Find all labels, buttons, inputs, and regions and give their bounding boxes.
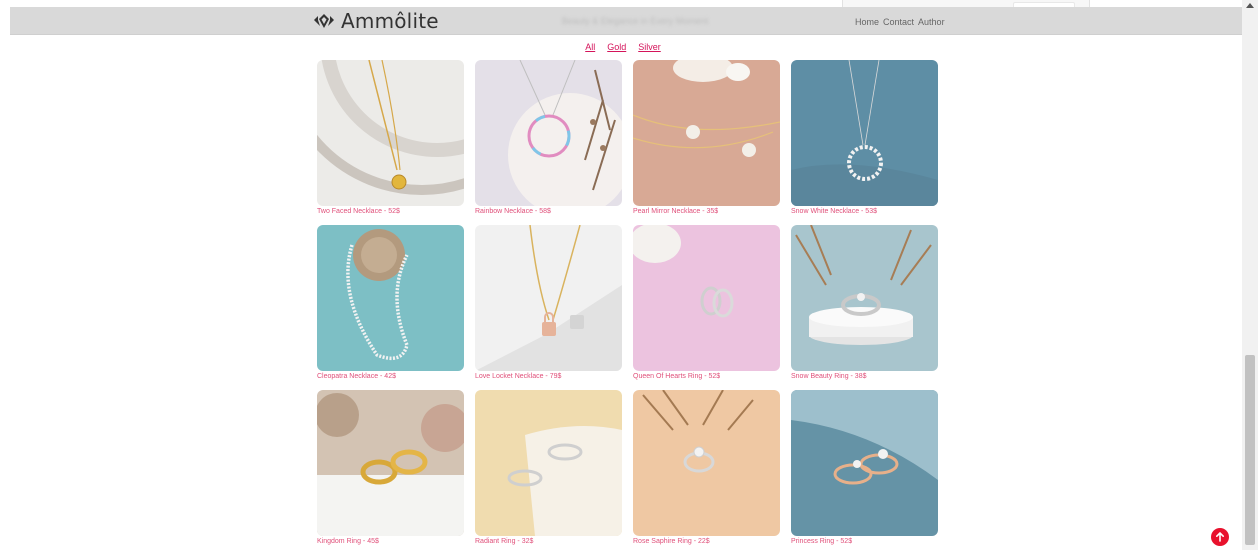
product-caption[interactable]: Two Faced Necklace - 52$	[317, 208, 464, 215]
page-scrollbar[interactable]	[1242, 0, 1258, 550]
product-caption[interactable]: Pearl Mirror Necklace - 35$	[633, 208, 780, 215]
diamond-logo-icon	[314, 14, 334, 28]
product-caption[interactable]: Radiant Ring - 32$	[475, 538, 622, 545]
header-tagline: Beauty & Elegance in Every Moment	[561, 16, 709, 26]
product-card[interactable]: Rainbow Necklace - 58$	[475, 60, 622, 215]
heart-ring-image[interactable]	[633, 225, 780, 371]
page: Ammôlite Beauty & Elegance in Every Mome…	[0, 0, 1242, 550]
snow-ring-image[interactable]	[791, 225, 938, 371]
gold-bands-image[interactable]	[317, 390, 464, 536]
product-caption[interactable]: Rainbow Necklace - 58$	[475, 208, 622, 215]
scroll-up-arrow-icon[interactable]	[1246, 3, 1254, 8]
product-card[interactable]: Pearl Mirror Necklace - 35$	[633, 60, 780, 215]
filter-all-link[interactable]: All	[585, 42, 595, 52]
product-card[interactable]: Love Locket Necklace - 79$	[475, 225, 622, 380]
pearl-necklace-image[interactable]	[633, 60, 780, 206]
product-caption[interactable]: Princess Ring - 52$	[791, 538, 938, 545]
product-card[interactable]: Princess Ring - 52$	[791, 390, 938, 545]
product-card[interactable]: Queen Of Hearts Ring - 52$	[633, 225, 780, 380]
brand-name: Ammôlite	[341, 9, 439, 33]
category-filters: All Gold Silver	[0, 42, 1242, 52]
radiant-ring-image[interactable]	[475, 390, 622, 536]
product-caption[interactable]: Love Locket Necklace - 79$	[475, 373, 622, 380]
product-card[interactable]: Cleopatra Necklace - 42$	[317, 225, 464, 380]
gold-necklace-image[interactable]	[317, 60, 464, 206]
princess-ring-image[interactable]	[791, 390, 938, 536]
product-caption[interactable]: Queen Of Hearts Ring - 52$	[633, 373, 780, 380]
product-card[interactable]: Rose Saphire Ring - 22$	[633, 390, 780, 545]
nav-home-link[interactable]: Home	[855, 17, 879, 27]
product-caption[interactable]: Cleopatra Necklace - 42$	[317, 373, 464, 380]
tennis-necklace-image[interactable]	[317, 225, 464, 371]
nav-contact-link[interactable]: Contact	[883, 17, 914, 27]
snow-necklace-image[interactable]	[791, 60, 938, 206]
product-caption[interactable]: Kingdom Ring - 45$	[317, 538, 464, 545]
main-nav: Home Contact Author	[855, 17, 945, 27]
locket-necklace-image[interactable]	[475, 225, 622, 371]
site-header: Ammôlite Beauty & Elegance in Every Mome…	[10, 7, 1242, 35]
product-caption[interactable]: Snow Beauty Ring - 38$	[791, 373, 938, 380]
product-caption[interactable]: Rose Saphire Ring - 22$	[633, 538, 780, 545]
scrollbar-thumb[interactable]	[1245, 355, 1255, 545]
product-card[interactable]: Radiant Ring - 32$	[475, 390, 622, 545]
filter-silver-link[interactable]: Silver	[638, 42, 661, 52]
product-card[interactable]: Two Faced Necklace - 52$	[317, 60, 464, 215]
brand[interactable]: Ammôlite	[313, 9, 439, 33]
product-card[interactable]: Snow White Necklace - 53$	[791, 60, 938, 215]
arrow-up-icon	[1216, 532, 1224, 542]
solitaire-ring-image[interactable]	[633, 390, 780, 536]
product-card[interactable]: Kingdom Ring - 45$	[317, 390, 464, 545]
product-card[interactable]: Snow Beauty Ring - 38$	[791, 225, 938, 380]
filter-gold-link[interactable]: Gold	[607, 42, 626, 52]
rainbow-necklace-image[interactable]	[475, 60, 622, 206]
back-to-top-button[interactable]	[1211, 528, 1229, 546]
product-caption[interactable]: Snow White Necklace - 53$	[791, 208, 938, 215]
nav-author-link[interactable]: Author	[918, 17, 945, 27]
